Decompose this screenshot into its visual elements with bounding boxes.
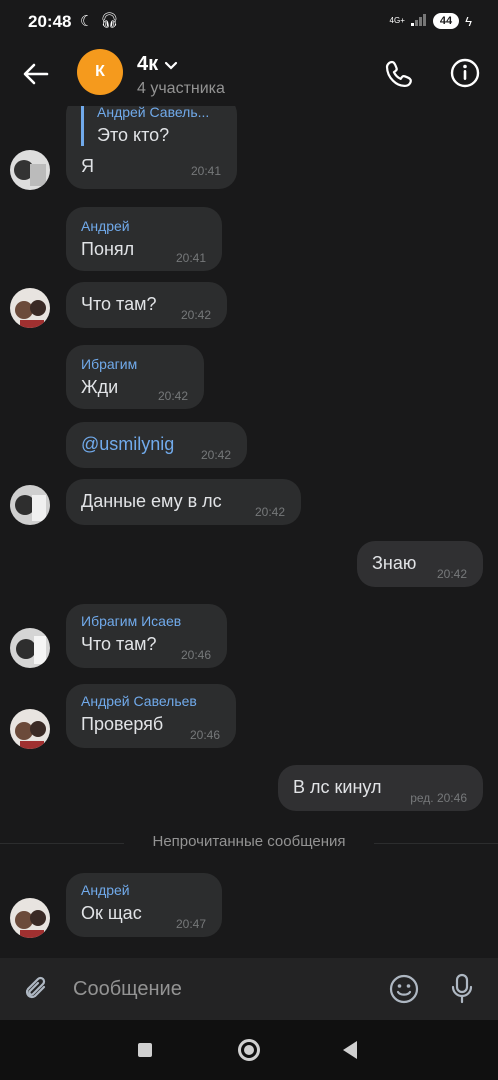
status-indicators: 4G+ 44 ϟ [390, 13, 472, 29]
moon-icon: ☾ [80, 13, 94, 30]
home-button[interactable] [238, 1039, 260, 1061]
message-text: Что там? [81, 294, 157, 314]
chat-avatar[interactable]: К [77, 49, 123, 95]
message-bubble[interactable]: Что там? 20:42 [66, 282, 227, 328]
message-bubble[interactable]: Андрей Савельев Проверяб 20:46 [66, 684, 236, 748]
avatar[interactable] [10, 709, 50, 749]
message-text: В лс кинул [293, 777, 382, 797]
message-time: 20:41 [190, 164, 221, 178]
unread-divider: Непрочитанные сообщения [152, 833, 346, 850]
message-bubble[interactable]: @usmilynig 20:42 [66, 422, 247, 468]
message-bubble[interactable]: Андрей Ок щас 20:47 [66, 873, 222, 937]
chat-subtitle[interactable]: 4 участника [137, 80, 225, 98]
back-button[interactable] [343, 1041, 357, 1059]
message-sender: Андрей Савельев [81, 693, 197, 709]
network-label: 4G+ [389, 16, 405, 25]
avatar[interactable] [10, 150, 50, 190]
message-sender: Андрей [81, 218, 130, 234]
message-composer [0, 958, 498, 1020]
recents-button[interactable] [138, 1043, 152, 1057]
message-text: Я [81, 156, 94, 176]
message-bubble[interactable]: Андрей Понял 20:41 [66, 207, 222, 271]
microphone-icon[interactable] [448, 972, 476, 1006]
chat-title[interactable]: 4к [137, 53, 158, 76]
message-time: 20:47 [175, 917, 206, 931]
message-time: 20:46 [180, 648, 211, 662]
reply-sender: Андрей Савель... [97, 106, 210, 120]
message-input[interactable] [73, 975, 363, 1003]
message-time: 20:42 [254, 505, 285, 519]
status-time: 20:48 [28, 12, 72, 31]
message-sender: Ибрагим [81, 356, 138, 372]
avatar[interactable] [10, 485, 50, 525]
message-time: 20:42 [436, 567, 467, 581]
message-text: Знаю [372, 553, 417, 573]
emoji-icon[interactable] [388, 973, 420, 1005]
message-bubble-outgoing[interactable]: Знаю 20:42 [357, 541, 483, 587]
paperclip-icon[interactable] [22, 974, 52, 1004]
chat-header: К 4к 4 участника [0, 44, 498, 106]
signal-icon [410, 13, 427, 29]
message-bubble[interactable]: Андрей Савель... Это кто? Я 20:41 [66, 106, 237, 189]
message-list[interactable]: Андрей Савель... Это кто? Я 20:41 Андрей… [0, 106, 498, 958]
message-sender: Ибрагим Исаев [81, 613, 182, 629]
message-text: Жди [81, 377, 119, 397]
message-time: 20:42 [200, 448, 231, 462]
system-navigation-bar [0, 1020, 498, 1080]
info-icon[interactable] [449, 57, 481, 89]
message-time: 20:41 [175, 251, 206, 265]
message-time: 20:42 [157, 389, 188, 403]
back-arrow-icon[interactable] [18, 56, 54, 92]
message-sender: Андрей [81, 882, 130, 898]
message-text: Ок щас [81, 903, 142, 923]
message-bubble-outgoing[interactable]: В лс кинул ред. 20:46 [278, 765, 483, 811]
avatar[interactable] [10, 898, 50, 938]
message-bubble[interactable]: Ибрагим Жди 20:42 [66, 345, 204, 409]
message-time: ред. 20:46 [410, 791, 467, 805]
message-text: Проверяб [81, 714, 164, 734]
message-time: 20:46 [189, 728, 220, 742]
chevron-down-icon[interactable] [164, 58, 178, 76]
avatar[interactable] [10, 288, 50, 328]
status-bar: 20:48 ☾ 🎧︎ 4G+ 44 ϟ [0, 0, 498, 44]
battery-indicator: 44 [432, 13, 460, 29]
message-text: Что там? [81, 634, 157, 654]
message-time: 20:42 [180, 308, 211, 322]
mention-link[interactable]: @usmilynig [81, 434, 174, 455]
avatar[interactable] [10, 628, 50, 668]
message-text: Данные ему в лс [81, 491, 222, 511]
message-bubble[interactable]: Данные ему в лс 20:42 [66, 479, 301, 525]
headphones-icon: 🎧︎ [100, 12, 120, 29]
message-bubble[interactable]: Ибрагим Исаев Что там? 20:46 [66, 604, 227, 668]
charging-icon: ϟ [465, 13, 472, 29]
phone-icon[interactable] [384, 58, 416, 90]
message-text: Понял [81, 239, 135, 259]
reply-quote-bar [81, 106, 84, 146]
reply-text: Это кто? [97, 125, 170, 145]
